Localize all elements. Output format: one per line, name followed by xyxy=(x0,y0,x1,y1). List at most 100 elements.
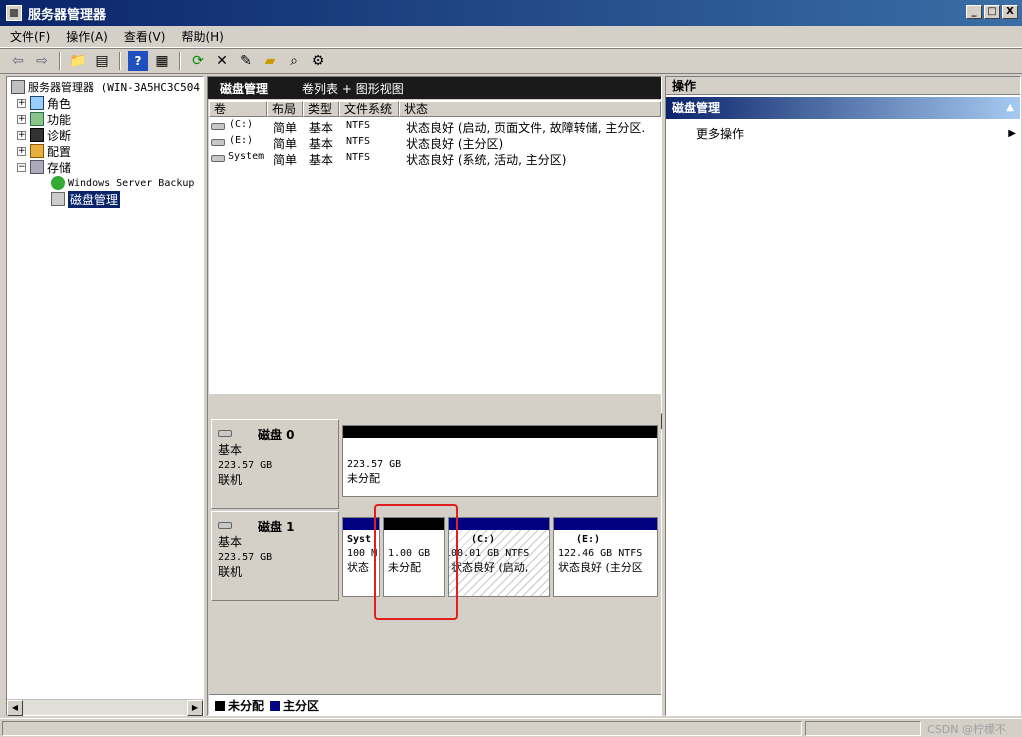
drive-icon xyxy=(211,119,227,133)
scroll-right-icon[interactable]: ▶ xyxy=(187,700,203,716)
export-icon[interactable]: ✎ xyxy=(236,51,256,71)
drive-icon xyxy=(211,151,227,165)
partition-status: 状态良好 (主分区 xyxy=(558,561,643,574)
disk-name: 磁盘 0 xyxy=(258,428,295,442)
expand-icon[interactable]: + xyxy=(17,98,26,108)
table-row[interactable]: (E:) 简单 基本 NTFS 状态良好 (主分区) xyxy=(209,135,661,151)
tree-item-roles[interactable]: + 角色 xyxy=(17,95,71,111)
partition-size: 223.57 GB xyxy=(347,459,402,470)
partition-label: (C:) xyxy=(471,534,496,545)
backup-icon xyxy=(51,176,65,190)
cell-volume: System xyxy=(228,151,265,162)
delete-icon[interactable]: ✕ xyxy=(212,51,232,71)
expand-icon[interactable]: + xyxy=(17,146,26,156)
toolbar: ⇦ ⇨ 📁 ▤ ? ▦ ⟳ ✕ ✎ ▰ ⌕ ⚙ xyxy=(0,48,1022,74)
collapse-up-icon[interactable]: ▲ xyxy=(1006,97,1014,119)
diagnostics-icon xyxy=(30,128,44,142)
tree-item-label: 磁盘管理 xyxy=(68,190,121,208)
up-icon[interactable]: 📁 xyxy=(68,51,88,71)
actions-section-disk-management[interactable]: 磁盘管理 ▲ xyxy=(666,97,1020,119)
disk-management-pane: 磁盘管理 卷列表 + 图形视图 卷 布局 类型 文件系统 状态 (C:) 简单 … xyxy=(207,76,662,716)
menu-help[interactable]: 帮助(H) xyxy=(181,28,223,45)
open-icon[interactable]: ▰ xyxy=(260,51,280,71)
refresh-icon[interactable]: ⟳ xyxy=(188,51,208,71)
column-volume[interactable]: 卷 xyxy=(209,101,267,117)
disk-icon xyxy=(218,430,232,437)
server-icon xyxy=(11,80,25,94)
status-bar: CSDN @柠檬不 xyxy=(0,718,1022,736)
menu-action[interactable]: 操作(A) xyxy=(66,28,108,45)
tree-item-windows-server-backup[interactable]: Windows Server Backup xyxy=(51,175,194,191)
disk-size: 223.57 GB xyxy=(218,460,273,471)
features-icon xyxy=(30,112,44,126)
collapse-icon[interactable]: − xyxy=(17,162,26,172)
menu-bar: 文件(F) 操作(A) 查看(V) 帮助(H) xyxy=(0,26,1022,48)
cell-layout: 简单 xyxy=(273,121,298,135)
expand-icon[interactable]: + xyxy=(17,114,26,124)
partition-status: 状态 xyxy=(347,561,369,574)
title-bar: 服务器管理器 _ □ X xyxy=(0,0,1022,26)
menu-file[interactable]: 文件(F) xyxy=(10,28,50,45)
table-row[interactable]: System 简单 基本 NTFS 状态良好 (系统, 活动, 主分区) xyxy=(209,151,661,167)
properties-icon[interactable]: ▦ xyxy=(152,51,172,71)
maximize-button[interactable]: □ xyxy=(984,5,1000,19)
tree-root[interactable]: 服务器管理器 (WIN-3A5HC3C504 xyxy=(11,79,200,95)
window-title: 服务器管理器 xyxy=(28,7,107,23)
cell-volume: (E:) xyxy=(229,135,254,146)
more-actions-item[interactable]: 更多操作 ▶ xyxy=(696,125,1016,143)
disk-type: 基本 xyxy=(218,535,243,549)
server-manager-icon xyxy=(6,5,22,21)
expand-icon[interactable]: + xyxy=(17,130,26,140)
partition-unallocated[interactable]: 223.57 GB 未分配 xyxy=(342,425,658,497)
partition-c-drive[interactable]: (C:) 100.01 GB NTFS 状态良好 (启动, xyxy=(448,517,550,597)
tree-item-label: Windows Server Backup xyxy=(68,177,195,189)
legend-swatch-primary xyxy=(270,700,281,711)
settings-icon[interactable]: ⚙ xyxy=(308,51,328,71)
tree-root-label: 服务器管理器 (WIN-3A5HC3C504 xyxy=(28,81,200,94)
unallocated-bar xyxy=(343,426,657,438)
disk-management-icon xyxy=(51,192,65,206)
minimize-button[interactable]: _ xyxy=(966,5,982,19)
legend: 未分配 主分区 xyxy=(209,694,661,716)
tree-item-diagnostics[interactable]: + 诊断 xyxy=(17,127,71,143)
legend-unallocated: 未分配 xyxy=(228,699,265,713)
column-layout[interactable]: 布局 xyxy=(267,101,303,117)
table-row[interactable]: (C:) 简单 基本 NTFS 状态良好 (启动, 页面文件, 故障转储, 主分… xyxy=(209,119,661,135)
tree-item-label: 功能 xyxy=(47,112,72,127)
tree-item-label: 配置 xyxy=(47,144,72,159)
partition-status: 状态良好 (启动, xyxy=(451,561,529,574)
tree-item-disk-management[interactable]: 磁盘管理 xyxy=(51,190,121,208)
close-button[interactable]: X xyxy=(1002,5,1018,19)
show-hide-tree-icon[interactable]: ▤ xyxy=(92,51,112,71)
disk-state: 联机 xyxy=(218,565,243,579)
partition-e-drive[interactable]: (E:) 122.46 GB NTFS 状态良好 (主分区 xyxy=(553,517,658,597)
menu-view[interactable]: 查看(V) xyxy=(124,28,166,45)
watermark: CSDN @柠檬不 xyxy=(927,723,1006,736)
annotation-highlight xyxy=(374,504,458,620)
column-filesystem[interactable]: 文件系统 xyxy=(339,101,399,117)
tree-item-features[interactable]: + 功能 xyxy=(17,111,71,127)
tree-item-configuration[interactable]: + 配置 xyxy=(17,143,71,159)
column-type[interactable]: 类型 xyxy=(303,101,339,117)
tree-item-label: 存储 xyxy=(47,160,72,175)
find-icon[interactable]: ⌕ xyxy=(284,51,304,71)
console-tree: 服务器管理器 (WIN-3A5HC3C504 + 角色 + 功能 + 诊断 + … xyxy=(6,76,204,716)
cell-filesystem: NTFS xyxy=(346,136,371,147)
column-status[interactable]: 状态 xyxy=(399,101,661,117)
cell-status: 状态良好 (系统, 活动, 主分区) xyxy=(406,153,567,167)
window-controls: _ □ X xyxy=(966,5,1018,19)
cell-layout: 简单 xyxy=(273,137,298,151)
legend-primary: 主分区 xyxy=(283,699,320,713)
back-icon[interactable]: ⇦ xyxy=(8,51,28,71)
forward-icon[interactable]: ⇨ xyxy=(32,51,52,71)
partition-label: Syst xyxy=(347,534,372,545)
disk-0-info[interactable]: 磁盘 0 基本 223.57 GB 联机 xyxy=(211,419,339,509)
disk-1-info[interactable]: 磁盘 1 基本 223.57 GB 联机 xyxy=(211,511,339,601)
help-icon[interactable]: ? xyxy=(128,51,148,71)
disk-name: 磁盘 1 xyxy=(258,520,295,534)
cell-layout: 简单 xyxy=(273,153,298,167)
disk-size: 223.57 GB xyxy=(218,552,273,563)
tree-item-storage[interactable]: − 存储 xyxy=(17,159,71,175)
scroll-left-icon[interactable]: ◀ xyxy=(7,700,23,716)
tree-horizontal-scrollbar[interactable]: ◀ ▶ xyxy=(7,699,203,716)
